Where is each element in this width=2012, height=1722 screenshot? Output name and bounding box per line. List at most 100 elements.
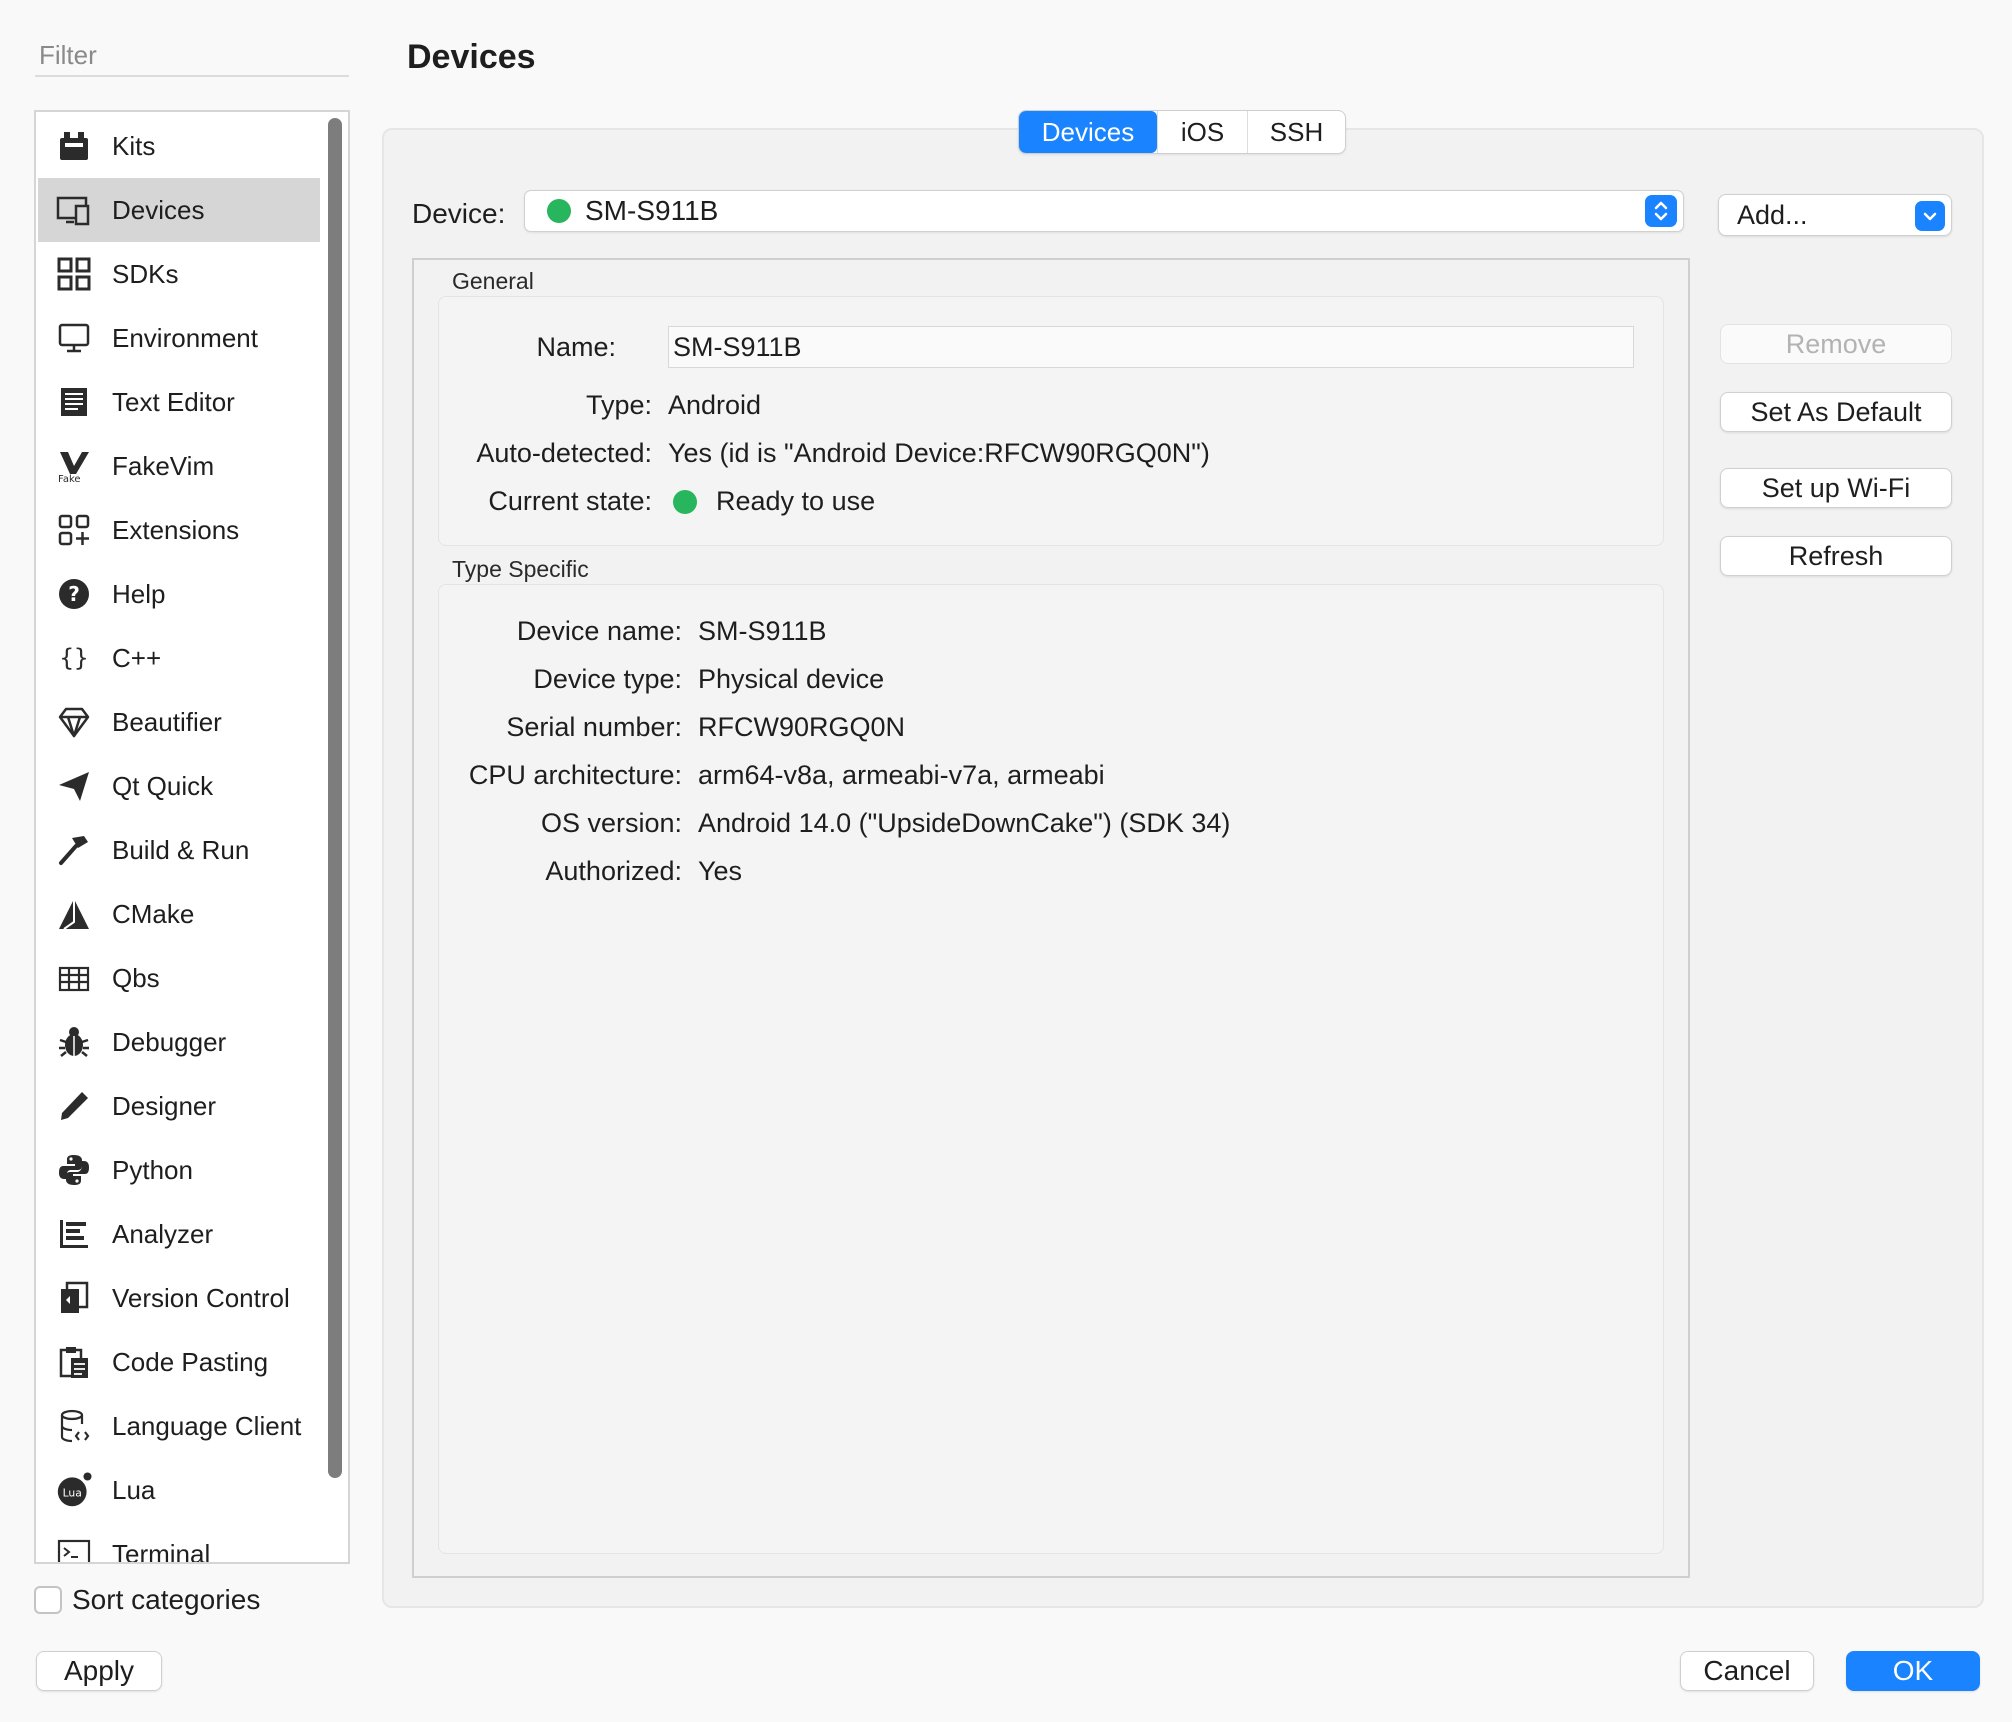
sidebar-item-code-pasting[interactable]: Code Pasting bbox=[38, 1330, 320, 1394]
sidebar-item-build-run[interactable]: Build & Run bbox=[38, 818, 320, 882]
sidebar-item-label: Lua bbox=[112, 1474, 156, 1505]
sidebar-item-environment[interactable]: Environment bbox=[38, 306, 320, 370]
sidebar-item-label: Version Control bbox=[112, 1282, 290, 1313]
sidebar-item-label: FakeVim bbox=[112, 450, 215, 481]
serial-number-value: RFCW90RGQ0N bbox=[698, 712, 906, 742]
sidebar-item-lua[interactable]: Lua Lua bbox=[38, 1458, 320, 1522]
sidebar-item-help[interactable]: ? Help bbox=[38, 562, 320, 626]
sidebar-item-label: Python bbox=[112, 1154, 193, 1185]
sidebar-item-beautifier[interactable]: Beautifier bbox=[38, 690, 320, 754]
code-pasting-icon bbox=[54, 1342, 94, 1382]
tab-ios[interactable]: iOS bbox=[1157, 111, 1247, 153]
set-up-wifi-button[interactable]: Set up Wi-Fi bbox=[1720, 468, 1952, 508]
up-down-chevron-icon[interactable] bbox=[1645, 195, 1677, 227]
tab-devices[interactable]: Devices bbox=[1019, 111, 1157, 153]
svg-text:?: ? bbox=[68, 582, 80, 606]
svg-text:Fake: Fake bbox=[58, 474, 81, 484]
sidebar-item-analyzer[interactable]: Analyzer bbox=[38, 1202, 320, 1266]
sidebar-item-sdks[interactable]: SDKs bbox=[38, 242, 320, 306]
os-version-value: Android 14.0 ("UpsideDownCake") (SDK 34) bbox=[698, 808, 1231, 838]
sidebar-item-extensions[interactable]: Extensions bbox=[38, 498, 320, 562]
sidebar-item-label: C++ bbox=[112, 642, 162, 673]
devices-icon bbox=[54, 190, 94, 230]
filter-input[interactable] bbox=[35, 36, 349, 77]
auto-detected-label: Auto-detected: bbox=[476, 438, 652, 468]
cpu-architecture-label: CPU architecture: bbox=[468, 760, 682, 790]
general-group-title: General bbox=[452, 268, 534, 294]
device-name-label: Device name: bbox=[516, 616, 682, 646]
authorized-label: Authorized: bbox=[545, 856, 682, 886]
device-select[interactable]: SM-S911B bbox=[524, 190, 1684, 232]
analyzer-icon bbox=[54, 1214, 94, 1254]
sort-categories-label: Sort categories bbox=[72, 1584, 261, 1615]
sidebar-item-label: Extensions bbox=[112, 514, 240, 545]
extensions-icon bbox=[54, 510, 94, 550]
cancel-button[interactable]: Cancel bbox=[1680, 1651, 1814, 1691]
debugger-icon bbox=[54, 1022, 94, 1062]
sidebar-item-cmake[interactable]: CMake bbox=[38, 882, 320, 946]
refresh-button[interactable]: Refresh bbox=[1720, 536, 1952, 576]
sidebar-item-label: Debugger bbox=[112, 1026, 227, 1057]
sort-categories-checkbox[interactable] bbox=[34, 1586, 62, 1614]
device-type-label: Device type: bbox=[533, 664, 682, 694]
svg-text:{}: {} bbox=[60, 644, 89, 672]
remove-button[interactable]: Remove bbox=[1720, 324, 1952, 364]
sidebar-item-designer[interactable]: Designer bbox=[38, 1074, 320, 1138]
device-select-value: SM-S911B bbox=[585, 195, 719, 226]
sidebar-item-label: Terminal bbox=[112, 1538, 211, 1564]
tab-ssh[interactable]: SSH bbox=[1247, 111, 1345, 153]
sidebar-item-language-client[interactable]: Language Client bbox=[38, 1394, 320, 1458]
sidebar-item-label: Code Pasting bbox=[112, 1346, 269, 1377]
cmake-icon bbox=[54, 894, 94, 934]
current-state-label: Current state: bbox=[488, 486, 652, 516]
sidebar-item-label: Environment bbox=[112, 322, 258, 353]
ok-button[interactable]: OK bbox=[1846, 1651, 1980, 1691]
sidebar-item-label: SDKs bbox=[112, 258, 179, 289]
state-status-dot bbox=[673, 490, 697, 514]
sidebar-item-label: Analyzer bbox=[112, 1218, 214, 1249]
lua-icon: Lua bbox=[54, 1470, 94, 1510]
device-label: Device: bbox=[412, 198, 506, 229]
build-run-icon bbox=[54, 830, 94, 870]
os-version-label: OS version: bbox=[540, 808, 682, 838]
type-specific-group-title: Type Specific bbox=[452, 556, 589, 582]
sidebar-item-fakevim[interactable]: Fake FakeVim bbox=[38, 434, 320, 498]
sidebar-item-devices[interactable]: Devices bbox=[38, 178, 320, 242]
sidebar-item-version-control[interactable]: Version Control bbox=[38, 1266, 320, 1330]
authorized-value: Yes bbox=[698, 856, 743, 886]
sidebar-item-python[interactable]: Python bbox=[38, 1138, 320, 1202]
add-button-label: Add... bbox=[1737, 199, 1808, 230]
sort-categories-row[interactable]: Sort categories bbox=[34, 1584, 260, 1616]
sidebar-item-qbs[interactable]: Qbs bbox=[38, 946, 320, 1010]
sidebar-item-kits[interactable]: Kits bbox=[38, 114, 320, 178]
kits-icon bbox=[54, 126, 94, 166]
sidebar-item-label: Language Client bbox=[112, 1410, 302, 1441]
cpp-icon: {} bbox=[54, 638, 94, 678]
name-label: Name: bbox=[536, 332, 616, 362]
sdks-icon bbox=[54, 254, 94, 294]
add-device-button[interactable]: Add... bbox=[1718, 194, 1952, 236]
sidebar-item-cpp[interactable]: {} C++ bbox=[38, 626, 320, 690]
page-title: Devices bbox=[407, 38, 536, 76]
terminal-icon bbox=[54, 1534, 94, 1562]
apply-button[interactable]: Apply bbox=[36, 1651, 162, 1691]
device-name-field[interactable] bbox=[668, 326, 1634, 368]
sidebar-item-text-editor[interactable]: Text Editor bbox=[38, 370, 320, 434]
sidebar-item-label: Qt Quick bbox=[112, 770, 214, 801]
svg-text:Lua: Lua bbox=[63, 1486, 82, 1499]
current-state-value: Ready to use bbox=[716, 486, 876, 516]
sidebar-item-label: Kits bbox=[112, 130, 156, 161]
type-label: Type: bbox=[585, 390, 652, 420]
category-sidebar: Kits Devices SDKs Environment Text Edito bbox=[34, 110, 350, 1564]
qbs-icon bbox=[54, 958, 94, 998]
sidebar-scrollbar[interactable] bbox=[328, 118, 342, 1478]
set-as-default-button[interactable]: Set As Default bbox=[1720, 392, 1952, 432]
sidebar-item-label: Qbs bbox=[112, 962, 160, 993]
sidebar-item-debugger[interactable]: Debugger bbox=[38, 1010, 320, 1074]
sidebar-item-label: Devices bbox=[112, 194, 205, 225]
sidebar-item-qt-quick[interactable]: Qt Quick bbox=[38, 754, 320, 818]
tab-bar: Devices iOS SSH bbox=[1018, 110, 1346, 154]
environment-icon bbox=[54, 318, 94, 358]
sidebar-item-terminal[interactable]: Terminal bbox=[38, 1522, 320, 1564]
cpu-architecture-value: arm64-v8a, armeabi-v7a, armeabi bbox=[698, 760, 1105, 790]
